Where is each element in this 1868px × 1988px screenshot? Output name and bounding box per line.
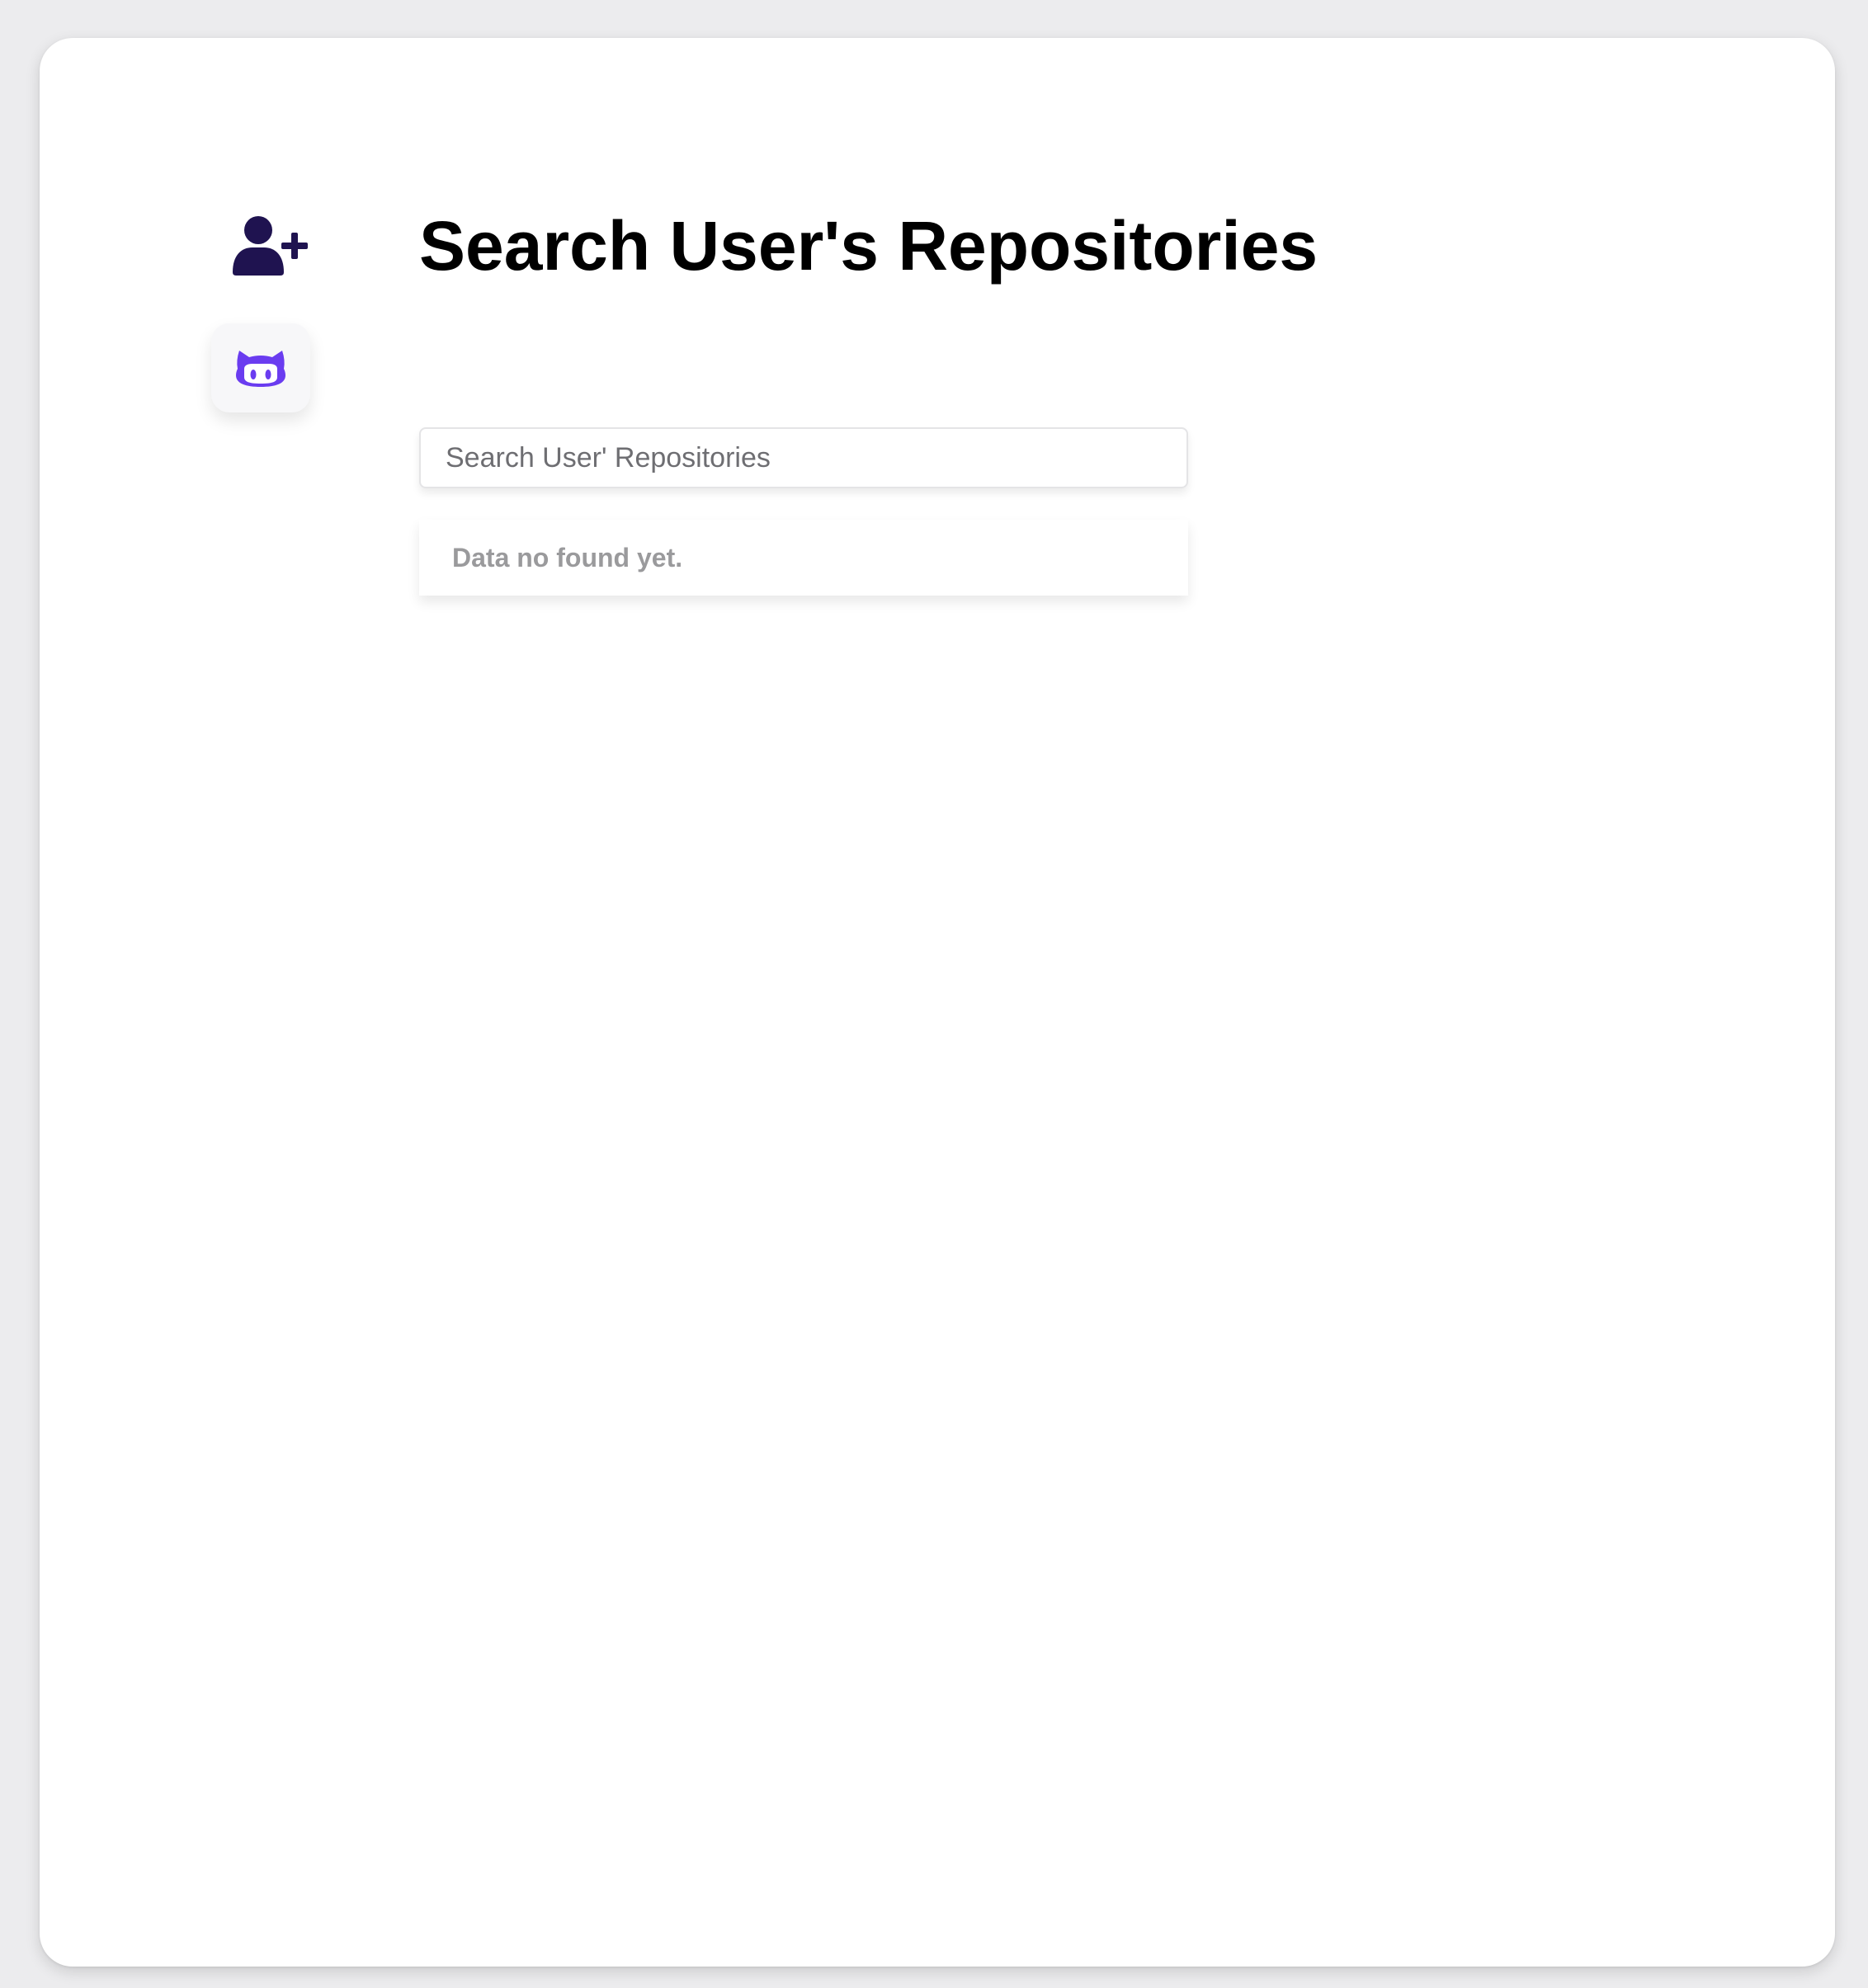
search-input[interactable]: [419, 427, 1188, 488]
user-plus-icon: [233, 216, 308, 276]
empty-state-message: Data no found yet.: [452, 542, 683, 572]
empty-state-card: Data no found yet.: [419, 520, 1188, 596]
page-title: Search User's Repositories: [419, 207, 1318, 285]
github-octocat-icon: [236, 351, 285, 387]
app-window: Search User's Repositories Data no found…: [40, 38, 1835, 1967]
add-user-button[interactable]: [221, 208, 320, 282]
github-nav-button[interactable]: [211, 323, 310, 412]
